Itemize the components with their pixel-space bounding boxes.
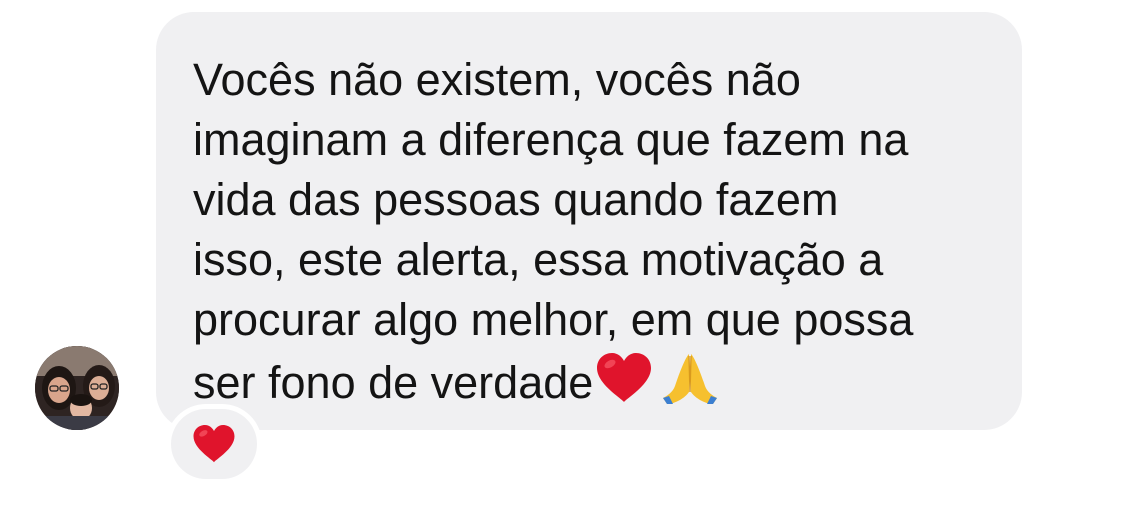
folded-hands-emoji xyxy=(663,354,718,404)
reaction-badge[interactable] xyxy=(166,404,262,484)
reaction-pill xyxy=(171,409,257,479)
message-bubble[interactable]: Vocês não existem, vocês não imaginam a … xyxy=(156,12,1022,430)
red-heart-emoji xyxy=(193,425,235,463)
message-line: imaginam a diferença que fazem na xyxy=(193,114,909,165)
red-heart-emoji xyxy=(597,353,652,402)
sender-avatar[interactable] xyxy=(35,346,119,430)
message-line-text: ser fono de verdade xyxy=(193,357,594,408)
message-line: procurar algo melhor, em que possa xyxy=(193,294,914,345)
message-line-last: ser fono de verdade xyxy=(193,350,1002,413)
message-text: Vocês não existem, vocês não imaginam a … xyxy=(193,50,1002,413)
avatar-photo xyxy=(35,346,119,430)
message-line: Vocês não existem, vocês não xyxy=(193,54,801,105)
message-line: vida das pessoas quando fazem xyxy=(193,174,839,225)
message-line: isso, este alerta, essa motivação a xyxy=(193,234,884,285)
